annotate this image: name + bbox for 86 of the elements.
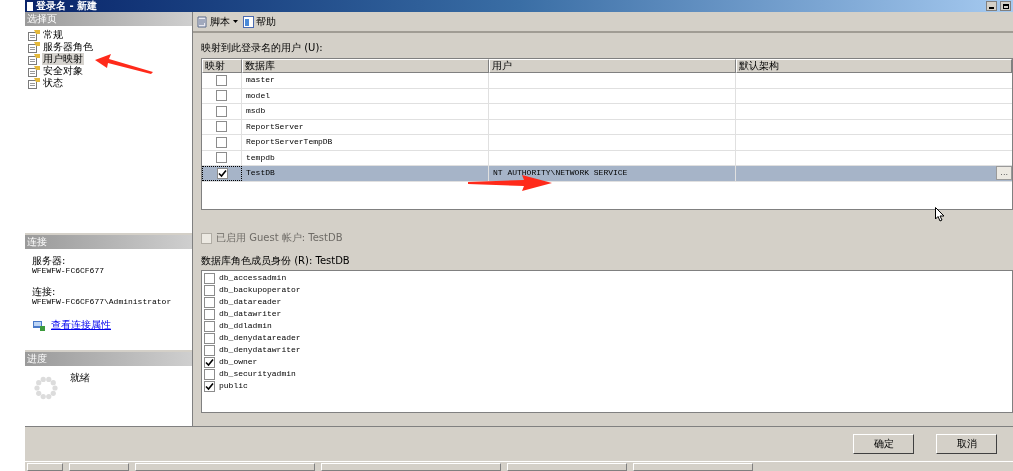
column-header[interactable]: 数据库 xyxy=(242,59,489,73)
table-cell: master xyxy=(246,74,275,87)
table-cell: NT AUTHORITY\NETWORK SERVICE xyxy=(493,167,628,180)
taskbar-button[interactable] xyxy=(507,463,627,471)
table-row[interactable]: TestDB NT AUTHORITY\NETWORK SERVICE ... xyxy=(202,166,1012,182)
spinner-icon xyxy=(34,376,58,400)
column-header[interactable]: 用户 xyxy=(489,59,736,73)
checkbox[interactable] xyxy=(204,368,215,380)
mapping-label: 映射到此登录名的用户 (U): xyxy=(201,42,324,54)
connection-label: 连接: xyxy=(32,286,57,297)
help-button[interactable]: 帮助 xyxy=(243,15,276,28)
checkbox[interactable] xyxy=(204,272,215,284)
window-title: 登录名 - 新建 xyxy=(36,0,98,12)
taskbar-button[interactable] xyxy=(633,463,753,471)
page-list-item[interactable]: 安全对象 xyxy=(42,65,84,77)
minimize-button[interactable] xyxy=(986,1,997,11)
checkbox[interactable] xyxy=(204,356,215,368)
taskbar-button[interactable] xyxy=(321,463,501,471)
guest-account-label: 已启用 Guest 帐户: TestDB xyxy=(216,232,343,244)
restore-button[interactable] xyxy=(1000,1,1011,11)
role-name: db_owner xyxy=(219,356,258,368)
script-button[interactable]: 脚本 xyxy=(196,15,230,28)
page-icon xyxy=(28,77,40,89)
column-header[interactable]: 默认架构 xyxy=(736,59,1012,73)
connection-properties-link[interactable]: 查看连接属性 xyxy=(51,319,111,331)
page-icon xyxy=(28,53,40,65)
page-icon xyxy=(28,65,40,77)
table-cell: ReportServerTempDB xyxy=(246,136,333,149)
taskbar-button[interactable] xyxy=(27,463,63,471)
progress-status: 就绪 xyxy=(70,372,90,385)
table-row[interactable]: msdb xyxy=(202,104,1012,120)
server-name: WFEWFW-FC6CF677 xyxy=(32,266,105,276)
checkbox[interactable] xyxy=(216,105,227,117)
table-row[interactable]: ReportServerTempDB xyxy=(202,135,1012,151)
dialog-button[interactable]: 确定 xyxy=(853,434,914,454)
table-cell: msdb xyxy=(246,105,266,118)
checkbox[interactable] xyxy=(216,121,227,133)
browse-button[interactable]: ... xyxy=(996,166,1012,181)
page-icon xyxy=(28,41,40,53)
section-header: 选择页 xyxy=(25,12,192,26)
taskbar-button[interactable] xyxy=(135,463,315,471)
checkbox[interactable] xyxy=(216,167,228,179)
server-label: 服务器: xyxy=(32,255,67,266)
taskbar-button[interactable] xyxy=(69,463,129,471)
table-cell: model xyxy=(246,89,270,102)
checkbox[interactable] xyxy=(216,152,227,164)
dialog-button[interactable]: 取消 xyxy=(936,434,997,454)
checkbox[interactable] xyxy=(216,90,227,102)
checkbox[interactable] xyxy=(204,284,215,296)
checkbox[interactable] xyxy=(216,74,227,86)
properties-icon xyxy=(33,319,45,331)
checkbox[interactable] xyxy=(204,332,215,344)
role-name: db_denydatawriter xyxy=(219,344,301,356)
checkbox[interactable] xyxy=(204,380,215,392)
role-name: db_backupoperator xyxy=(219,284,301,296)
table-row[interactable]: master xyxy=(202,73,1012,89)
role-name: db_datareader xyxy=(219,296,282,308)
role-name: db_securityadmin xyxy=(219,368,296,380)
annotation-arrow xyxy=(95,54,153,74)
page-list-item[interactable]: 用户映射 xyxy=(42,53,84,65)
role-name: db_datawriter xyxy=(219,308,282,320)
column-header[interactable]: 映射 xyxy=(202,59,242,73)
page-list-item[interactable]: 常规 xyxy=(42,29,64,41)
caret-icon[interactable] xyxy=(233,20,238,23)
script-icon xyxy=(196,15,208,28)
table-cell: tempdb xyxy=(246,151,275,164)
page-icon xyxy=(28,29,40,41)
checkbox[interactable] xyxy=(204,308,215,320)
checkbox[interactable] xyxy=(204,296,215,308)
role-name: public xyxy=(219,380,248,392)
page-list-item[interactable]: 服务器角色 xyxy=(42,41,94,53)
table-cell: ReportServer xyxy=(246,120,304,133)
checkbox[interactable] xyxy=(204,320,215,332)
help-icon xyxy=(243,15,254,28)
role-name: db_denydatareader xyxy=(219,332,301,344)
checkbox[interactable] xyxy=(204,344,215,356)
role-name: db_accessadmin xyxy=(219,272,287,284)
window-icon xyxy=(27,1,33,11)
role-membership-label: 数据库角色成员身份 (R): TestDB xyxy=(201,255,351,267)
connection-name: WFEWFW-FC6CF677\Administrator xyxy=(32,297,173,307)
section-header: 连接 xyxy=(25,235,192,249)
checkbox[interactable] xyxy=(216,136,227,148)
section-header: 进度 xyxy=(25,352,192,366)
role-name: db_ddladmin xyxy=(219,320,272,332)
page-list-item[interactable]: 状态 xyxy=(42,77,64,89)
table-cell: TestDB xyxy=(246,167,275,180)
